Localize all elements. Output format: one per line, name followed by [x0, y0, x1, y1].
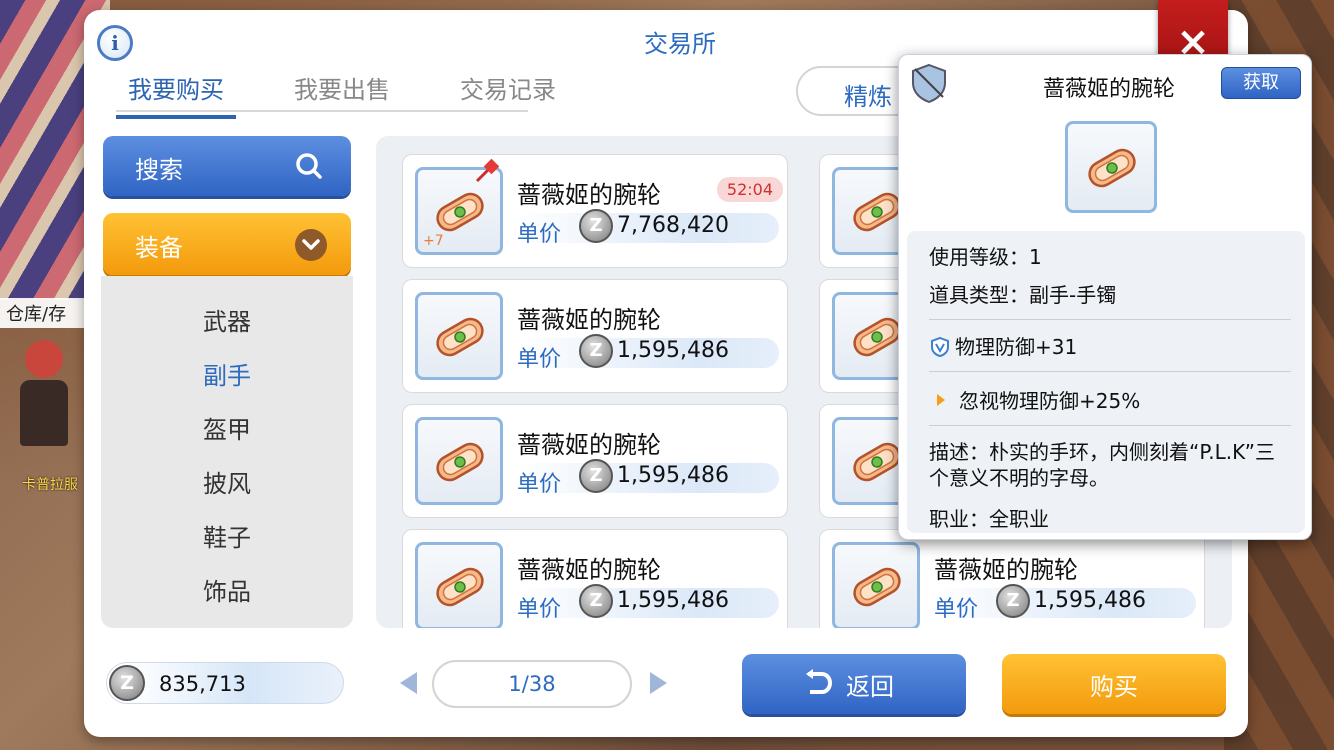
- subcategory-shoes[interactable]: 鞋子: [101, 518, 353, 553]
- item-name: 蔷薇姬的腕轮: [517, 431, 661, 459]
- bracelet-icon: [436, 317, 484, 357]
- zeny-coin-icon: Z: [109, 665, 145, 701]
- tooltip-item-image: [1065, 121, 1157, 213]
- item-price: 1,595,486: [617, 338, 729, 363]
- chevron-down-icon: [295, 229, 327, 261]
- price-label: 单价: [517, 222, 562, 247]
- item-tooltip: 蔷薇姬的腕轮 获取 使用等级：1 道具类型：副手-手镯 物理防御+31 忽视物理…: [898, 54, 1312, 540]
- search-label: 搜索: [135, 156, 183, 184]
- npc-name: 卡普拉服: [22, 477, 78, 493]
- item-name: 蔷薇姬的腕轮: [934, 556, 1078, 584]
- get-source-button[interactable]: 获取: [1221, 67, 1301, 99]
- npc-character: [18, 340, 70, 450]
- listing-card[interactable]: 蔷薇姬的腕轮 单价 Z 1,595,486: [402, 404, 788, 518]
- refine-level: +7: [423, 233, 444, 249]
- category-equipment-button[interactable]: 装备: [103, 213, 351, 275]
- item-price: 7,768,420: [617, 213, 729, 238]
- subcategory-list: 武器 副手 盔甲 披风 鞋子 饰品: [101, 276, 353, 628]
- item-thumbnail: [415, 292, 503, 380]
- search-button[interactable]: 搜索: [103, 136, 351, 196]
- bracelet-icon: [853, 567, 901, 607]
- listing-card[interactable]: 蔷薇姬的腕轮 单价 Z 1,595,486: [819, 529, 1205, 628]
- tooltip-job: 职业：全职业: [929, 507, 1049, 531]
- item-name: 蔷薇姬的腕轮: [517, 181, 661, 209]
- info-icon[interactable]: i: [97, 25, 133, 61]
- next-page-icon[interactable]: [650, 672, 667, 694]
- page-indicator: 1/38: [432, 660, 632, 708]
- prev-page-icon[interactable]: [400, 672, 417, 694]
- subcategory-cloak[interactable]: 披风: [101, 464, 353, 499]
- tooltip-stat-ignore: 忽视物理防御+25%: [929, 385, 1140, 414]
- tooltip-details: 使用等级：1 道具类型：副手-手镯 物理防御+31 忽视物理防御+25% 描述：…: [907, 231, 1305, 533]
- category-label: 装备: [135, 234, 183, 262]
- zeny-coin-icon: Z: [579, 584, 613, 618]
- price-label: 单价: [517, 597, 562, 622]
- item-name: 蔷薇姬的腕轮: [517, 556, 661, 584]
- tab-underline: [116, 110, 528, 112]
- subcategory-weapon[interactable]: 武器: [101, 302, 353, 337]
- price-label: 单价: [517, 472, 562, 497]
- shield-icon: [912, 63, 946, 104]
- tooltip-stat-defense: 物理防御+31: [929, 331, 1077, 360]
- tooltip-level: 使用等级：1: [929, 245, 1042, 269]
- subcategory-armor[interactable]: 盔甲: [101, 410, 353, 445]
- tooltip-item-name: 蔷薇姬的腕轮: [1042, 77, 1175, 102]
- buy-button[interactable]: 购买: [1002, 654, 1226, 714]
- divider: [929, 425, 1291, 426]
- divider: [929, 319, 1291, 320]
- zeny-amount: 835,713: [159, 672, 246, 696]
- item-name: 蔷薇姬的腕轮: [517, 306, 661, 334]
- zeny-coin-icon: Z: [996, 584, 1030, 618]
- bullet-icon: [937, 394, 945, 406]
- subcategory-accessory[interactable]: 饰品: [101, 572, 353, 607]
- price-label: 单价: [517, 347, 562, 372]
- stat-defense-text: 物理防御+31: [955, 335, 1078, 359]
- price-label: 单价: [934, 597, 979, 622]
- item-price: 1,595,486: [617, 588, 729, 613]
- zeny-balance: Z 835,713: [106, 662, 344, 704]
- listing-card[interactable]: +7 蔷薇姬的腕轮 52:04 单价 Z 7,768,420: [402, 154, 788, 268]
- defense-icon: [931, 336, 949, 358]
- tooltip-description: 描述：朴实的手环，内侧刻着“P.L.K”三个意义不明的字母。: [929, 440, 1276, 490]
- window-title: 交易所: [644, 30, 716, 58]
- bracelet-icon: [436, 442, 484, 482]
- subcategory-offhand[interactable]: 副手: [101, 356, 353, 391]
- buy-label: 购买: [1090, 673, 1138, 701]
- bracelet-icon: [436, 567, 484, 607]
- tooltip-type: 道具类型：副手-手镯: [929, 283, 1117, 307]
- npc-sign: 仓库/存: [0, 298, 86, 328]
- back-label: 返回: [846, 673, 894, 701]
- item-price: 1,595,486: [617, 463, 729, 488]
- item-price: 1,595,486: [1034, 588, 1146, 613]
- item-thumbnail: [832, 542, 920, 628]
- item-thumbnail: [415, 417, 503, 505]
- zeny-coin-icon: Z: [579, 459, 613, 493]
- hammer-icon: [475, 159, 499, 183]
- stat-ignore-text: 忽视物理防御+25%: [959, 389, 1141, 413]
- return-icon: [806, 669, 832, 694]
- listing-card[interactable]: 蔷薇姬的腕轮 单价 Z 1,595,486: [402, 529, 788, 628]
- search-icon: [296, 153, 322, 179]
- bracelet-icon: [436, 192, 484, 232]
- divider: [929, 371, 1291, 372]
- item-thumbnail: [415, 542, 503, 628]
- zeny-coin-icon: Z: [579, 209, 613, 243]
- countdown-badge: 52:04: [716, 177, 783, 202]
- refine-label: 精炼: [844, 83, 892, 111]
- bracelet-icon: [1088, 148, 1136, 188]
- listing-card[interactable]: 蔷薇姬的腕轮 单价 Z 1,595,486: [402, 279, 788, 393]
- zeny-coin-icon: Z: [579, 334, 613, 368]
- back-button[interactable]: 返回: [742, 654, 966, 714]
